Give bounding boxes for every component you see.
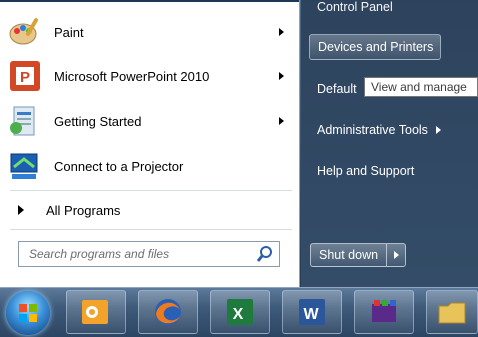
svg-text:X: X	[233, 306, 244, 323]
projector-icon	[8, 149, 42, 183]
program-paint[interactable]: Paint	[4, 12, 294, 52]
default-programs-link[interactable]: Default	[309, 76, 369, 102]
program-powerpoint[interactable]: P Microsoft PowerPoint 2010	[4, 56, 294, 96]
search-box[interactable]: Search programs and files	[18, 241, 280, 267]
svg-text:P: P	[20, 69, 30, 86]
administrative-tools-label: Administrative Tools	[317, 123, 428, 137]
explorer-icon	[438, 302, 466, 324]
taskbar-firefox[interactable]	[138, 290, 198, 334]
program-connect-projector[interactable]: Connect to a Projector	[4, 146, 294, 186]
menu-separator	[10, 190, 292, 191]
firefox-icon	[155, 299, 181, 325]
start-menu-programs-pane: Paint P Microsoft PowerPoint 2010 Gettin…	[0, 0, 300, 287]
program-label: Paint	[54, 24, 84, 40]
menu-separator	[10, 229, 292, 230]
excel-icon: X	[227, 299, 253, 325]
word-icon: W	[299, 299, 325, 325]
submenu-arrow-icon[interactable]	[279, 117, 284, 125]
media-icon	[372, 300, 396, 322]
powerpoint-icon: P	[8, 59, 42, 93]
devices-and-printers-link[interactable]: Devices and Printers	[309, 34, 441, 60]
submenu-arrow-icon[interactable]	[279, 72, 284, 80]
program-label: Connect to a Projector	[54, 158, 184, 174]
expand-arrow-icon	[18, 205, 24, 215]
all-programs-label: All Programs	[46, 202, 121, 218]
search-input[interactable]: Search programs and files	[19, 247, 255, 261]
administrative-tools-link[interactable]: Administrative Tools	[309, 117, 474, 143]
chevron-right-icon	[393, 251, 399, 259]
svg-text:W: W	[303, 306, 319, 323]
taskbar-outlook[interactable]	[66, 290, 126, 334]
program-getting-started[interactable]: Getting Started	[4, 101, 294, 141]
taskbar-explorer[interactable]	[426, 290, 478, 334]
taskbar-media[interactable]	[354, 290, 414, 334]
windows-logo-icon	[18, 303, 38, 323]
outlook-icon	[82, 300, 108, 324]
program-label: Microsoft PowerPoint 2010	[54, 68, 210, 84]
shutdown-control[interactable]: Shut down	[310, 243, 407, 267]
all-programs-button[interactable]: All Programs	[4, 197, 294, 223]
search-icon[interactable]	[255, 244, 275, 264]
paint-icon	[8, 15, 42, 49]
submenu-arrow-icon	[435, 126, 441, 134]
control-panel-link[interactable]: Control Panel	[309, 0, 469, 20]
tooltip: View and manage	[364, 77, 478, 97]
program-label: Getting Started	[54, 113, 142, 129]
submenu-arrow-icon[interactable]	[279, 28, 284, 36]
taskbar-word[interactable]: W	[282, 290, 342, 334]
shutdown-button[interactable]: Shut down	[311, 244, 388, 266]
shutdown-options-button[interactable]	[387, 244, 405, 266]
getting-started-icon	[8, 104, 42, 138]
taskbar-excel[interactable]: X	[210, 290, 270, 334]
help-and-support-link[interactable]: Help and Support	[309, 158, 439, 184]
